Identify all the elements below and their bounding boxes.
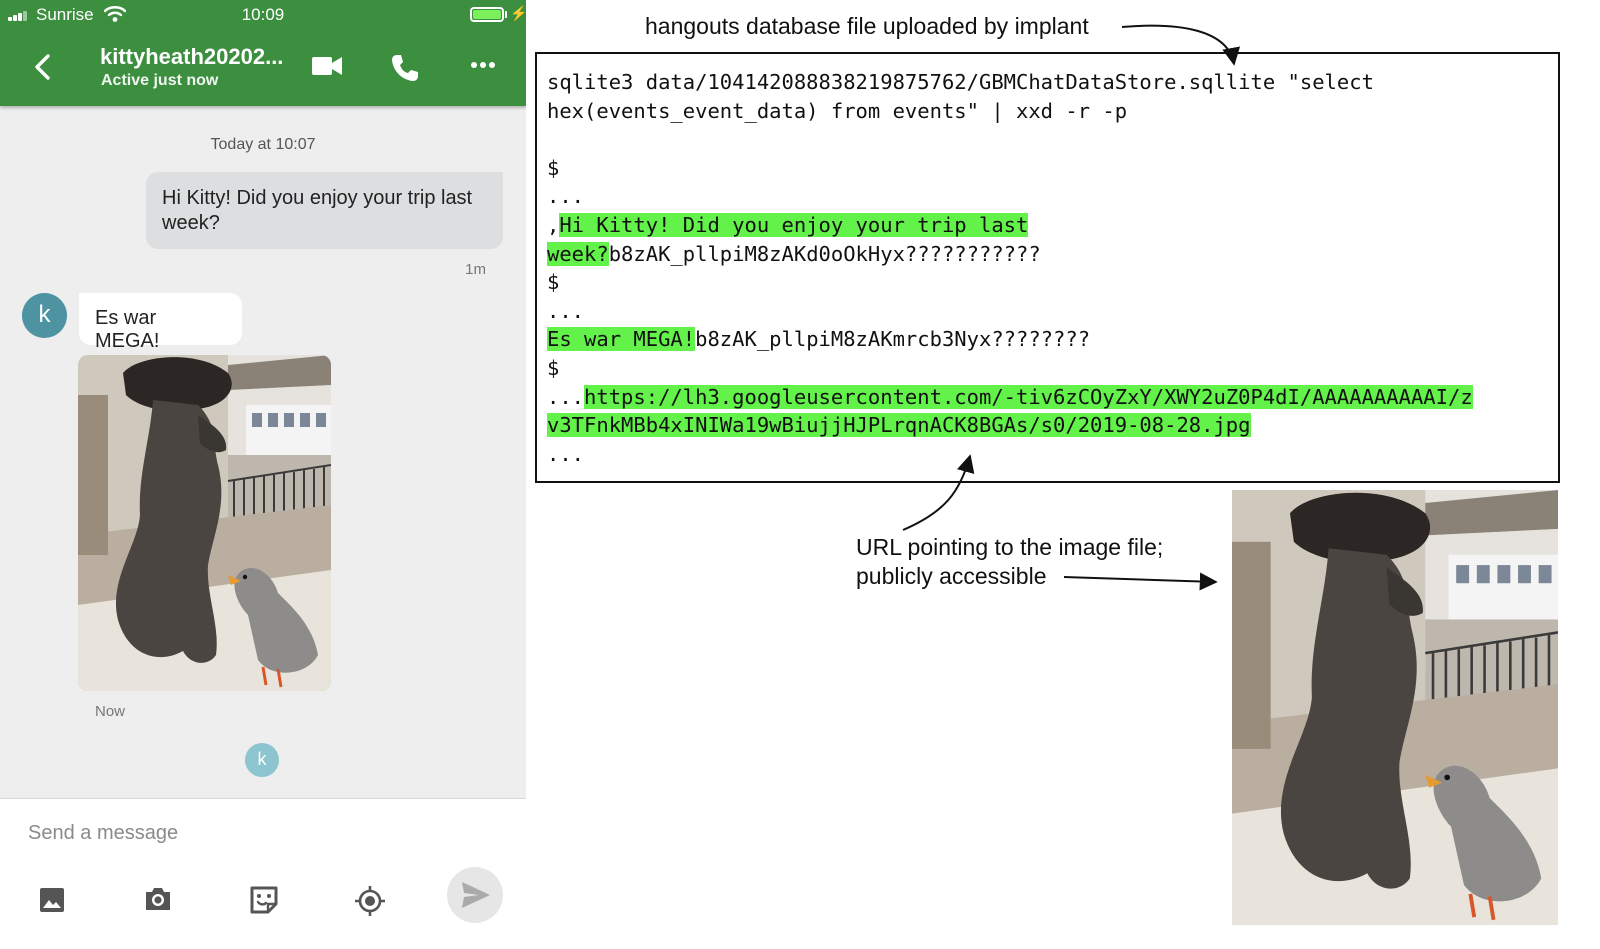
output-ellipsis: ... [547,441,585,466]
sticker-icon[interactable] [248,884,280,916]
contact-name[interactable]: kittyheath20202... [100,44,283,70]
shell-prompt: $ [547,155,560,180]
incoming-image-time: Now [95,703,126,720]
url-annotation: URL pointing to the image file; publicly… [856,533,1163,591]
sqlite-command-line-2: hex(events_event_data) from events" | xx… [547,98,1128,123]
camera-icon[interactable] [142,883,174,915]
video-call-icon[interactable] [311,54,343,78]
incoming-message-bubble[interactable]: Es war MEGA! [79,293,242,352]
terminal-output: sqlite3 data/104142088838219875762/GBMCh… [535,52,1560,483]
conversation-header: kittyheath20202... Active just now [0,28,526,106]
gallery-icon[interactable] [36,884,68,916]
more-options-icon[interactable] [470,60,496,70]
output-ellipsis: ... [547,184,585,209]
url-annotation-line-2: publicly accessible [856,563,1047,589]
highlighted-image-url-line-1: https://lh3.googleusercontent.com/-tiv6z… [584,384,1473,409]
highlighted-message-2: Es war MEGA! [547,327,696,352]
highlighted-image-url-line-2: v3TFnkMBb4xINIWa19wBiujjHJPLrqnACK8BGAs/… [547,413,1251,438]
database-upload-annotation: hangouts database file uploaded by impla… [645,13,1089,39]
contact-avatar[interactable]: k [22,293,67,338]
read-receipt-avatar: k [245,743,279,777]
url-annotation-line-1: URL pointing to the image file; [856,534,1164,560]
clock: 10:09 [241,5,285,24]
incoming-image-message[interactable] [78,355,331,691]
day-divider: Today at 10:07 [210,136,316,153]
message-input[interactable] [28,819,448,847]
highlighted-message-1-line-2: week? [547,241,609,266]
outgoing-message-bubble[interactable]: Hi Kitty! Did you enjoy your trip last w… [146,172,503,249]
output-ellipsis: ... [547,298,585,323]
message-list[interactable]: Today at 10:07 Hi Kitty! Did you enjoy y… [0,106,526,798]
status-bar: Sunrise 10:09 ⚡ [0,0,526,28]
presence-status: Active just now [101,72,219,89]
message-1-id: b8zAK_pllpiM8zAKd0oOkHyx??????????? [608,241,1041,266]
message-2-id: b8zAK_pllpiM8zAKmrcb3Nyx???????? [695,327,1091,352]
hangouts-phone-screen: Sunrise 10:09 ⚡ kittyheath20202... Activ… [0,0,526,949]
back-icon[interactable] [28,50,58,84]
send-button[interactable] [447,867,503,923]
shell-prompt: $ [547,355,560,380]
terminal-text: sqlite3 data/104142088838219875762/GBMCh… [547,68,1473,468]
phone-call-icon[interactable] [389,52,421,84]
location-icon[interactable] [354,885,386,917]
record-separator: , [547,212,560,237]
sqlite-command-line-1: sqlite3 data/104142088838219875762/GBMCh… [547,70,1374,94]
battery-tip [505,11,507,18]
output-ellipsis: ... [547,384,585,409]
downloaded-image-preview [1232,490,1558,925]
screenshot-root: Sunrise 10:09 ⚡ kittyheath20202... Activ… [0,0,1600,949]
message-composer [0,798,526,949]
send-icon [462,882,490,908]
shell-prompt: $ [547,270,560,295]
charging-icon: ⚡ [510,5,526,21]
battery-icon [470,7,504,22]
outgoing-message-time: 1m [465,261,486,278]
highlighted-message-1-line-1: Hi Kitty! Did you enjoy your trip last [559,212,1029,237]
